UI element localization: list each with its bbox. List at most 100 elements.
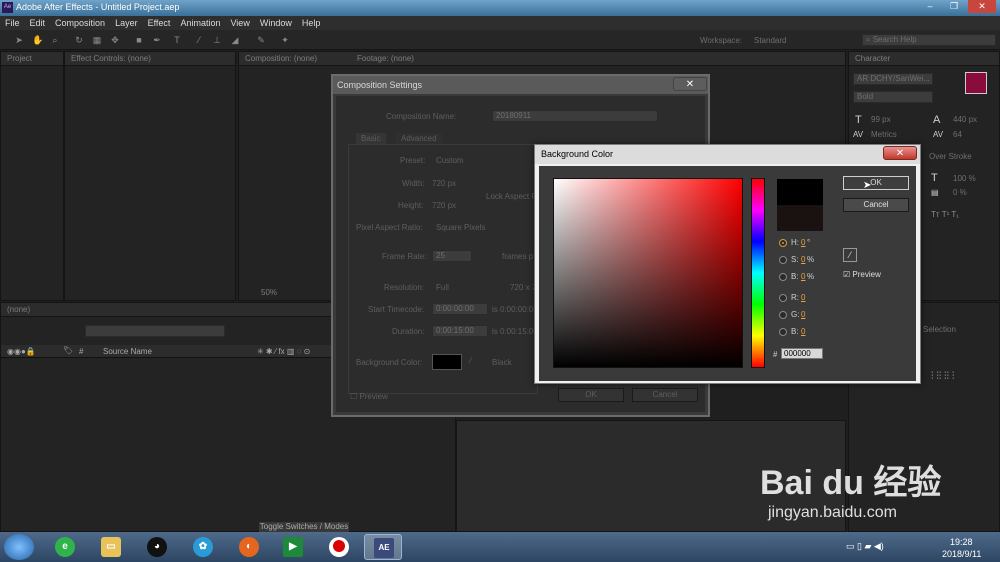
preview-checkbox[interactable]: ☑ Preview (843, 270, 881, 279)
close-button[interactable]: ✕ (968, 0, 996, 13)
cancel-button[interactable]: Cancel (843, 198, 909, 212)
close-icon[interactable]: ✕ (673, 77, 707, 91)
hand-tool-icon[interactable]: ✋ (32, 35, 43, 45)
roto-brush-icon[interactable]: ✎ (256, 35, 266, 45)
eyedropper-icon[interactable]: ⁄ (843, 248, 857, 262)
blue-value[interactable]: 0 (801, 327, 805, 336)
pan-behind-tool-icon[interactable]: ✥ (110, 35, 120, 45)
watermark-url: jingyan.baidu.com (768, 504, 897, 521)
minimize-button[interactable]: – (920, 0, 940, 13)
tab-project[interactable]: Project (1, 52, 63, 66)
taskbar-app-firefox[interactable]: ◐ (230, 534, 268, 560)
close-icon[interactable]: ✕ (883, 146, 917, 160)
eyedropper-icon[interactable]: ⁄ (470, 356, 471, 365)
preview-checkbox[interactable]: ☐ Preview (350, 392, 388, 401)
selection-tool-icon[interactable]: ➤ (14, 35, 24, 45)
lock-aspect-checkbox[interactable]: Lock Aspect R (486, 192, 537, 201)
menu-composition[interactable]: Composition (55, 18, 105, 28)
frame-rate-field[interactable]: 25 (432, 250, 472, 262)
rectangle-tool-icon[interactable]: ■ (134, 35, 144, 45)
tray-icons[interactable]: ▭ ▯ ▰ ◀) (846, 541, 884, 552)
start-button[interactable] (4, 534, 34, 560)
eraser-tool-icon[interactable]: ◢ (230, 35, 240, 45)
vertical-scale-value[interactable]: 100 % (953, 174, 976, 183)
puppet-tool-icon[interactable]: ✦ (280, 35, 290, 45)
saturation-value[interactable]: 0 (801, 255, 805, 264)
menu-effect[interactable]: Effect (148, 18, 171, 28)
start-timecode-field[interactable]: 0:00:00:00 (432, 303, 488, 315)
tracking-value[interactable]: 64 (953, 130, 962, 139)
tab-character[interactable]: Character (849, 52, 999, 66)
tab-composition[interactable]: Composition: (none) (245, 52, 317, 65)
taskbar-app-after-effects[interactable]: AE (364, 534, 402, 560)
baseline-value[interactable]: 0 % (953, 188, 967, 197)
saturation-radio[interactable] (779, 256, 787, 264)
align-icons[interactable]: ⫶ ⫶⫶ ⫶⫶ ⫶ (931, 371, 954, 382)
comp-name-input[interactable]: 20180911 (492, 110, 658, 122)
clock-time[interactable]: 19:28 (950, 537, 973, 547)
menu-view[interactable]: View (230, 18, 249, 28)
height-field[interactable]: 720 px (432, 201, 456, 210)
width-field[interactable]: 720 px (432, 179, 456, 188)
zoom-level[interactable]: 50% (261, 288, 277, 297)
source-name-column[interactable]: Source Name (103, 347, 152, 356)
tab-basic[interactable]: Basic (356, 133, 386, 144)
hue-value[interactable]: 0 (801, 238, 805, 247)
menu-edit[interactable]: Edit (30, 18, 46, 28)
tab-effect-controls[interactable]: Effect Controls: (none) (65, 52, 235, 66)
color-field[interactable] (553, 178, 743, 368)
tab-advanced[interactable]: Advanced (396, 133, 442, 144)
green-radio[interactable] (779, 311, 787, 319)
menu-animation[interactable]: Animation (180, 18, 220, 28)
brightness-radio[interactable] (779, 273, 787, 281)
green-value[interactable]: 0 (801, 310, 805, 319)
preset-select[interactable]: Custom (436, 156, 464, 165)
timeline-search-input[interactable] (85, 325, 225, 337)
leading-value[interactable]: 440 px (953, 115, 977, 124)
ok-button[interactable]: OK (558, 388, 624, 402)
fill-color-swatch[interactable] (965, 72, 987, 94)
taskbar-app-explorer[interactable]: ▭ (92, 534, 130, 560)
toggle-switches-button[interactable]: Toggle Switches / Modes (259, 522, 349, 532)
pen-tool-icon[interactable]: ✒ (152, 35, 162, 45)
clock-date[interactable]: 2018/9/11 (942, 549, 981, 559)
taskbar-app-qq[interactable]: ◕ (138, 534, 176, 560)
blue-radio[interactable] (779, 328, 787, 336)
search-help-input[interactable]: ⌕ Search Help (862, 34, 996, 46)
font-style-select[interactable]: Bold (853, 91, 933, 103)
menu-file[interactable]: File (5, 18, 20, 28)
red-value[interactable]: 0 (801, 293, 805, 302)
brush-tool-icon[interactable]: ⁄ (194, 35, 204, 45)
ok-button[interactable]: OK (843, 176, 909, 190)
taskbar-app-player[interactable]: ✿ (184, 534, 222, 560)
hue-radio[interactable] (779, 239, 787, 247)
workspace-select[interactable]: Standard (754, 36, 846, 46)
duration-field[interactable]: 0:00:15:00 (432, 325, 488, 337)
pixel-aspect-select[interactable]: Square Pixels (436, 223, 485, 232)
stroke-mode-select[interactable]: Over Stroke (929, 152, 972, 161)
cancel-button[interactable]: Cancel (632, 388, 698, 402)
red-radio[interactable] (779, 294, 787, 302)
taskbar-app-camtasia[interactable]: ▶ (274, 534, 312, 560)
clone-tool-icon[interactable]: ⊥ (212, 35, 222, 45)
hex-input[interactable]: 000000 (781, 348, 823, 359)
font-family-select[interactable]: AR DCHY/SanWei... (853, 73, 933, 85)
hue-slider[interactable] (751, 178, 765, 368)
tab-footage[interactable]: Footage: (none) (357, 52, 414, 65)
brightness-value[interactable]: 0 (801, 272, 805, 281)
zoom-tool-icon[interactable]: ⌕ (50, 35, 60, 45)
superscript-icon[interactable]: Tт T¹ T₁ (931, 210, 959, 219)
maximize-button[interactable]: ❐ (944, 0, 964, 13)
rotation-tool-icon[interactable]: ↻ (74, 35, 84, 45)
taskbar-app-recorder[interactable] (320, 534, 358, 560)
background-color-swatch[interactable] (432, 354, 462, 370)
resolution-select[interactable]: Full (436, 283, 449, 292)
menu-layer[interactable]: Layer (115, 18, 138, 28)
menu-window[interactable]: Window (260, 18, 292, 28)
font-size-value[interactable]: 99 px (871, 115, 891, 124)
camera-tool-icon[interactable]: ▦ (92, 35, 102, 45)
kerning-value[interactable]: Metrics (871, 130, 897, 139)
menu-help[interactable]: Help (302, 18, 321, 28)
type-tool-icon[interactable]: T (172, 35, 182, 45)
taskbar-app-360[interactable]: e (46, 534, 84, 560)
